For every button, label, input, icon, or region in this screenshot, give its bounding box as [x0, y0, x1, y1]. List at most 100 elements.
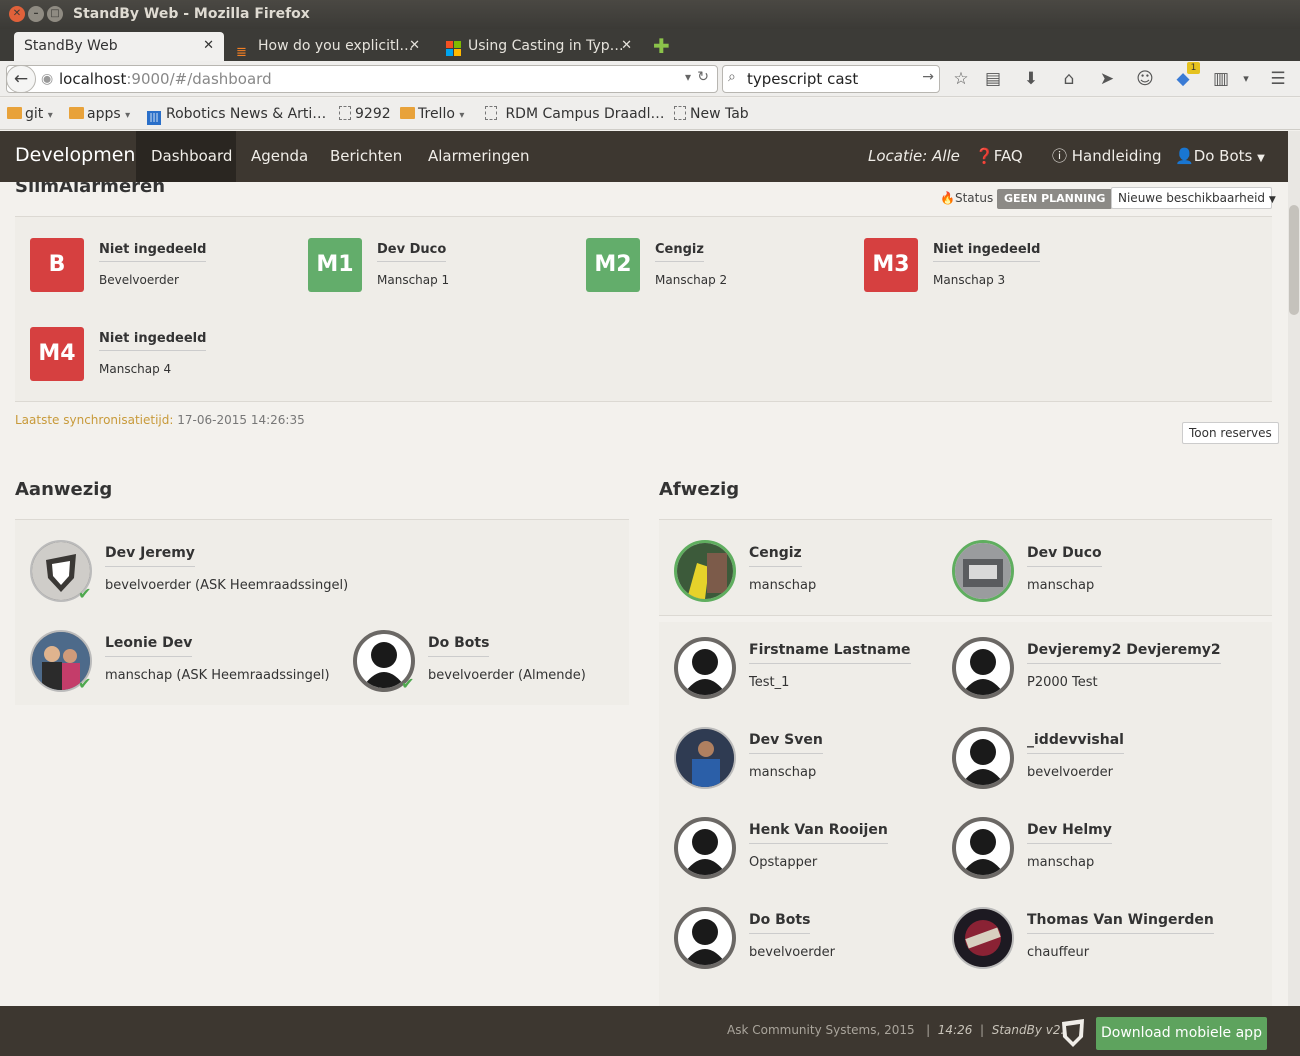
search-go-icon[interactable]: →: [922, 69, 934, 85]
url-bar[interactable]: ← ◉ localhost:9000/#/dashboard ▾ ↻: [6, 65, 718, 93]
person-card[interactable]: Dev Duco manschap: [952, 540, 1222, 604]
tab-close-icon[interactable]: ✕: [203, 32, 214, 60]
person-name: Cengiz: [749, 545, 802, 567]
person-card[interactable]: ✔ Do Bots bevelvoerder (Almende): [353, 630, 623, 694]
person-role: P2000 Test: [1027, 675, 1098, 690]
faq-link[interactable]: ❓FAQ: [975, 131, 1023, 182]
person-role: bevelvoerder (Almende): [428, 668, 586, 683]
bookmark-robotics[interactable]: ||| Robotics News & Arti…: [147, 106, 326, 125]
back-arrow-icon[interactable]: ←: [6, 65, 36, 93]
browser-tab-standby[interactable]: StandBy Web ✕: [14, 32, 224, 61]
browser-tab-stackoverflow[interactable]: ≣ How do you explicitl… ✕: [228, 32, 430, 61]
chat-icon[interactable]: ☺: [1135, 69, 1155, 89]
avatar-placeholder: [674, 637, 736, 699]
person-card[interactable]: Devjeremy2 Devjeremy2 P2000 Test: [952, 637, 1222, 701]
person-role: manschap: [1027, 578, 1095, 593]
window-close-icon[interactable]: ✕: [9, 6, 25, 22]
handleiding-link[interactable]: ⓘ Handleiding: [1052, 131, 1162, 182]
nav-alarmeringen[interactable]: Alarmeringen: [413, 131, 544, 182]
person-role: bevelvoerder (ASK Heemraadssingel): [105, 578, 349, 593]
person-card[interactable]: Cengiz manschap: [674, 540, 944, 604]
person-card[interactable]: Dev Sven manschap: [674, 727, 944, 791]
browser-toolbar: ← ◉ localhost:9000/#/dashboard ▾ ↻ ⌕ typ…: [0, 61, 1300, 97]
slot-bevelvoerder[interactable]: B Niet ingedeeld Bevelvoerder: [30, 238, 290, 298]
person-card[interactable]: ✔ Dev Jeremy bevelvoerder (ASK Heemraads…: [30, 540, 348, 604]
person-card[interactable]: Do Bots bevelvoerder: [674, 907, 944, 971]
send-icon[interactable]: ➤: [1097, 69, 1117, 89]
avatar: [952, 907, 1014, 969]
toon-reserves-button[interactable]: Toon reserves: [1182, 422, 1279, 444]
user-menu[interactable]: 👤Do Bots ▼: [1175, 131, 1265, 182]
reading-list-icon[interactable]: ▤: [983, 69, 1003, 89]
avatar: [674, 540, 736, 602]
dropdown-arrow-icon[interactable]: ▾: [685, 70, 691, 84]
slot-manschap-2[interactable]: M2 Cengiz Manschap 2: [586, 238, 846, 298]
bookmark-apps[interactable]: apps ▾: [69, 106, 130, 122]
url-path: :9000/#/dashboard: [126, 70, 272, 88]
nav-agenda[interactable]: Agenda: [236, 131, 323, 182]
window-minimize-icon[interactable]: –: [28, 6, 44, 22]
person-role: manschap: [749, 578, 817, 593]
check-icon: ✔: [78, 584, 92, 603]
folder-icon: [69, 107, 84, 119]
sync-label: Laatste synchronisatietijd:: [15, 413, 174, 427]
person-name: Leonie Dev: [105, 635, 193, 657]
hamburger-menu-icon[interactable]: ☰: [1268, 69, 1288, 89]
person-card[interactable]: ✔ Leonie Dev manschap (ASK Heemraadssing…: [30, 630, 330, 694]
slot-manschap-4[interactable]: M4 Niet ingedeeld Manschap 4: [30, 327, 290, 387]
person-card[interactable]: Dev Helmy manschap: [952, 817, 1222, 881]
avatar-placeholder: [952, 817, 1014, 879]
nieuwe-beschikbaarheid-button[interactable]: Nieuwe beschikbaarheid ▼: [1111, 187, 1276, 209]
bookmark-label: Trello: [418, 106, 455, 122]
person-role: chauffeur: [1027, 945, 1090, 960]
bookmark-git[interactable]: git ▾: [7, 106, 53, 122]
tab-close-icon[interactable]: ✕: [621, 32, 632, 60]
browser-tab-casting[interactable]: Using Casting in Typ… ✕: [438, 32, 642, 61]
bookmark-trello[interactable]: Trello ▾: [400, 106, 464, 122]
nav-dashboard[interactable]: Dashboard: [136, 131, 236, 182]
person-role: manschap: [749, 765, 817, 780]
search-bar[interactable]: ⌕ typescript cast →: [722, 65, 940, 93]
person-name: Dev Sven: [749, 732, 823, 754]
slimalarmeren-title: SlimAlarmeren: [15, 182, 166, 197]
person-role: bevelvoerder: [749, 945, 835, 960]
afwezig-top-panel: Cengiz manschap Dev Duco manschap: [659, 520, 1272, 615]
window-title: StandBy Web - Mozilla Firefox: [73, 6, 310, 22]
person-card[interactable]: Thomas Van Wingerden chauffeur: [952, 907, 1222, 971]
person-card[interactable]: Henk Van Rooijen Opstapper: [674, 817, 944, 881]
locatie-selector[interactable]: Locatie: Alle: [868, 131, 960, 182]
app-brand[interactable]: Development: [15, 144, 143, 166]
bookmark-9292[interactable]: 9292: [339, 106, 391, 122]
slot-manschap-1[interactable]: M1 Dev Duco Manschap 1: [308, 238, 568, 298]
new-tab-icon[interactable]: ✚: [653, 34, 670, 58]
download-mobile-app-button[interactable]: Download mobiele app: [1096, 1017, 1267, 1050]
download-icon[interactable]: ⬇: [1021, 69, 1041, 89]
nav-berichten[interactable]: Berichten: [315, 131, 417, 182]
info-circle-icon: ⓘ: [1052, 147, 1072, 165]
tab-close-icon[interactable]: ✕: [409, 32, 420, 60]
aanwezig-title: Aanwezig: [15, 479, 113, 500]
reload-icon[interactable]: ↻: [697, 69, 709, 85]
person-role: manschap (ASK Heemraadssingel): [105, 668, 330, 683]
clipboard-icon[interactable]: ▥: [1211, 69, 1231, 89]
person-role: bevelvoerder: [1027, 765, 1113, 780]
bookmark-new-tab[interactable]: New Tab: [674, 106, 749, 122]
slot-manschap-3[interactable]: M3 Niet ingedeeld Manschap 3: [864, 238, 1124, 298]
chevron-down-icon[interactable]: ▾: [1236, 69, 1256, 89]
person-card[interactable]: _iddevvishal bevelvoerder: [952, 727, 1222, 791]
bookmarks-bar: git ▾ apps ▾ ||| Robotics News & Arti… 92…: [0, 98, 1300, 130]
divider: [15, 401, 1272, 402]
avatar: [952, 540, 1014, 602]
bookmark-label: New Tab: [690, 106, 749, 122]
person-card[interactable]: Firstname Lastname Test_1: [674, 637, 944, 701]
window-maximize-icon[interactable]: □: [47, 6, 63, 22]
bookmark-rdm-campus[interactable]: RDM Campus Draadl…: [485, 106, 664, 122]
bookmark-label: Robotics News & Arti…: [166, 106, 327, 122]
person-name: Henk Van Rooijen: [749, 822, 888, 844]
home-icon[interactable]: ⌂: [1059, 69, 1079, 89]
caret-down-icon: ▼: [1257, 153, 1265, 164]
bookmark-star-icon[interactable]: ☆: [951, 69, 971, 89]
page-scrollbar-thumb[interactable]: [1289, 205, 1299, 315]
bookmark-label: 9292: [355, 106, 391, 122]
avatar-placeholder: [952, 637, 1014, 699]
